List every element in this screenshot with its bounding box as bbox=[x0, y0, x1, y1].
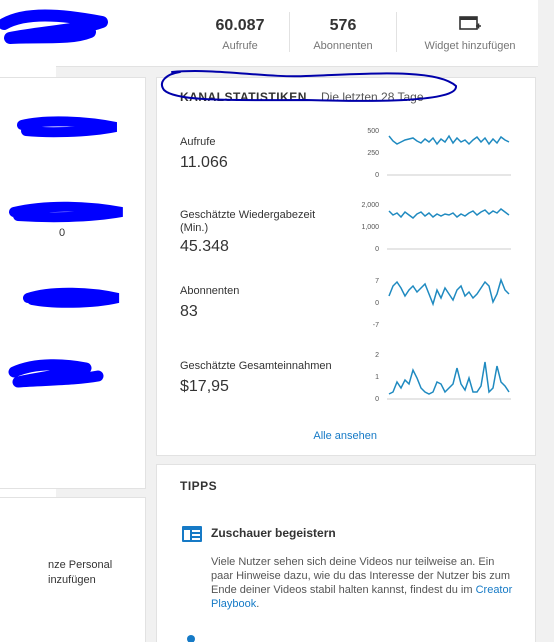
tip-period: . bbox=[256, 598, 260, 610]
tick-label: 1 bbox=[375, 374, 379, 381]
tip-body: Viele Nutzer sehen sich deine Videos nur… bbox=[211, 556, 510, 596]
next-tip-icon bbox=[187, 635, 195, 642]
left-panel-lower: nze Personal inzufügen bbox=[0, 497, 146, 642]
metric-label-views: Aufrufe bbox=[180, 136, 216, 148]
tick-label: 1,000 bbox=[361, 224, 379, 231]
redaction-scribble bbox=[8, 359, 104, 388]
metric-value-views: 11.066 bbox=[180, 154, 228, 171]
sparkline-subscribers[interactable]: 7 0 -7 bbox=[353, 274, 533, 330]
views-label: Aufrufe bbox=[222, 40, 258, 52]
tick-label: 0 bbox=[375, 396, 379, 403]
tick-label: 7 bbox=[375, 278, 379, 285]
add-widget-button[interactable]: Widget hinzufügen bbox=[418, 0, 522, 67]
audience-icon bbox=[182, 526, 202, 542]
annotation-circle bbox=[161, 70, 457, 102]
views-stat[interactable]: 60.087 Aufrufe bbox=[200, 0, 280, 67]
header-divider bbox=[289, 12, 290, 52]
tick-label: 250 bbox=[367, 150, 379, 157]
tips-card: TIPPS Zuschauer begeistern Viele Nutzer … bbox=[156, 464, 536, 642]
tip-text: Viele Nutzer sehen sich deine Videos nur… bbox=[211, 555, 513, 611]
tick-label: 2 bbox=[375, 352, 379, 359]
redaction-scribble bbox=[17, 116, 117, 138]
tick-label: 0 bbox=[375, 300, 379, 307]
tick-label: 2,000 bbox=[361, 202, 379, 209]
sparkline-revenue[interactable]: 2 1 0 bbox=[353, 348, 533, 404]
header-divider bbox=[396, 12, 397, 52]
see-all-link[interactable]: Alle ansehen bbox=[313, 430, 377, 442]
sparkline-views[interactable]: 500 250 0 bbox=[353, 124, 533, 180]
redaction-scribble bbox=[23, 287, 120, 308]
metric-label-subscribers: Abonnenten bbox=[180, 285, 240, 297]
tip-heading: Zuschauer begeistern bbox=[211, 526, 336, 540]
metric-value-subscribers: 83 bbox=[180, 303, 198, 320]
metric-label-revenue: Geschätzte Gesamteinnahmen bbox=[180, 360, 332, 372]
tick-label: 0 bbox=[375, 172, 379, 179]
tips-title: TIPPS bbox=[180, 479, 218, 493]
add-text[interactable]: inzufügen bbox=[48, 574, 96, 586]
metric-value-watchtime: 45.348 bbox=[180, 238, 229, 255]
add-widget-label: Widget hinzufügen bbox=[424, 40, 516, 52]
subscribers-label: Abonnenten bbox=[313, 40, 373, 52]
subscribers-stat[interactable]: 576 Abonnenten bbox=[304, 0, 382, 67]
metric-label-watchtime: Geschätzte Wiedergabezeit (Min.) bbox=[180, 209, 316, 234]
metric-value-revenue: $17,95 bbox=[180, 378, 229, 395]
redaction-scribble bbox=[0, 9, 108, 44]
item-count: 0 bbox=[59, 227, 66, 239]
add-widget-icon bbox=[459, 16, 481, 30]
sparkline-watchtime[interactable]: 2,000 1,000 0 bbox=[353, 198, 533, 254]
tick-label: 500 bbox=[367, 128, 379, 135]
subscribers-count: 576 bbox=[329, 17, 357, 34]
tick-label: -7 bbox=[373, 322, 379, 329]
channel-stats-card: KANALSTATISTIKEN Die letzten 28 Tage Auf… bbox=[156, 77, 536, 456]
redaction-scribble bbox=[9, 201, 123, 223]
tick-label: 0 bbox=[375, 246, 379, 253]
personal-text: nze Personal bbox=[48, 559, 113, 571]
views-count: 60.087 bbox=[215, 17, 265, 34]
